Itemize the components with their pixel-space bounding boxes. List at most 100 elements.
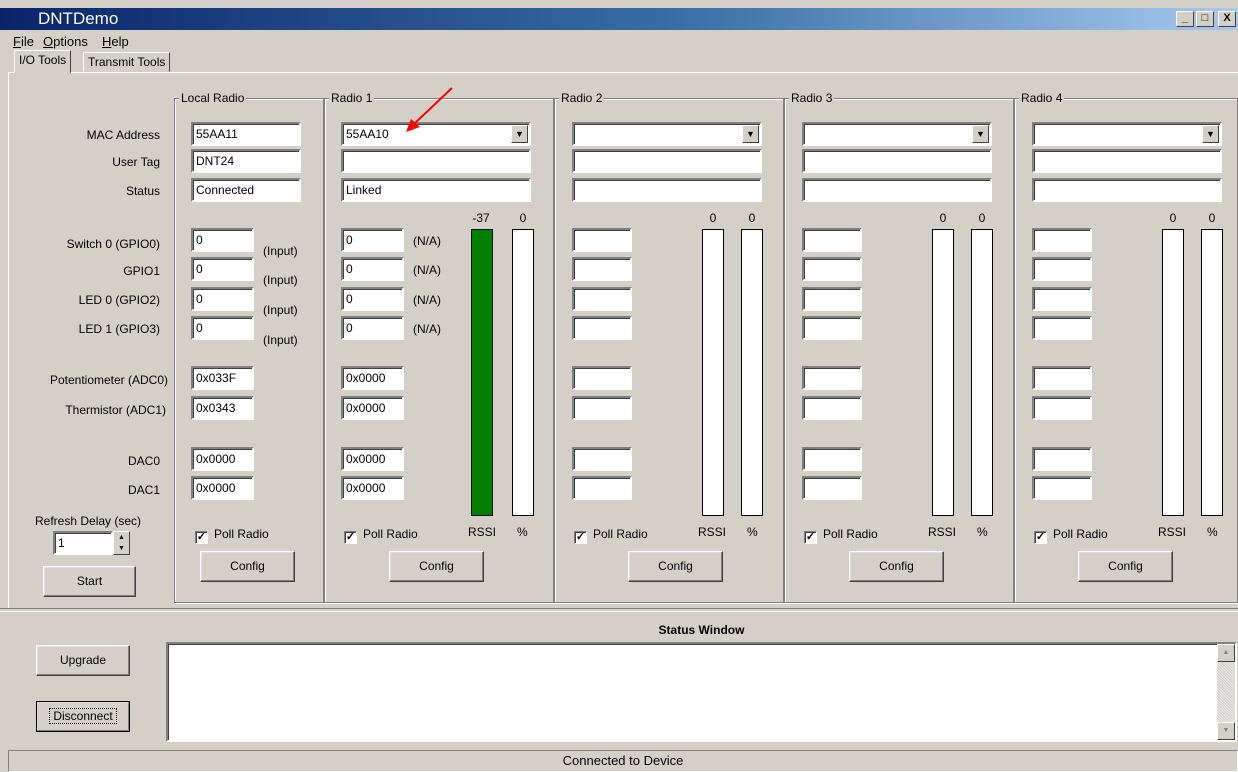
annotation-arrow-icon <box>406 87 453 132</box>
status-window-scrollbar[interactable]: ▲ ▼ <box>1217 644 1235 740</box>
local-adc1-field: 0x0343 <box>191 396 254 420</box>
radio-1-poll-checkbox[interactable]: ✓ Poll Radio <box>344 527 418 544</box>
radio-1-user-tag-field[interactable] <box>341 149 531 173</box>
close-button[interactable]: X <box>1218 11 1236 27</box>
refresh-delay-input[interactable]: 1 <box>53 531 113 555</box>
radio-3-adc1-field <box>802 396 862 420</box>
minimize-button[interactable]: _ <box>1176 11 1194 27</box>
local-gpio1-field[interactable]: 0 <box>191 257 254 281</box>
radio-2-rssi-bar <box>702 229 724 516</box>
radio-4-poll-checkbox[interactable]: ✓ Poll Radio <box>1034 527 1108 544</box>
radio-4-gpio1-field[interactable] <box>1032 257 1092 281</box>
radio-1-gpio1-mode: (N/A) <box>413 263 441 277</box>
radio-2-gpio0-field[interactable] <box>572 228 632 252</box>
radio-4-config-button[interactable]: Config <box>1078 551 1173 582</box>
radio-2-gpio3-field[interactable] <box>572 316 632 340</box>
radio-2-gpio1-field[interactable] <box>572 257 632 281</box>
upgrade-button[interactable]: Upgrade <box>36 645 130 676</box>
radio-3-dac0-field[interactable] <box>802 447 862 471</box>
local-poll-checkbox[interactable]: ✓ Poll Radio <box>195 527 269 544</box>
radio-4-adc0-field <box>1032 366 1092 390</box>
radio-2-mac-combo[interactable]: ▼ <box>572 122 762 146</box>
scroll-down-icon[interactable]: ▼ <box>1217 722 1235 740</box>
chevron-down-icon[interactable]: ▼ <box>511 125 528 143</box>
radio-1-dac1-field[interactable]: 0x0000 <box>341 476 404 500</box>
local-mac-field[interactable]: 55AA11 <box>191 122 301 146</box>
local-user-tag-field[interactable]: DNT24 <box>191 149 301 173</box>
radio-1-percent-value: 0 <box>519 211 527 225</box>
radio-4-mac-combo[interactable]: ▼ <box>1032 122 1222 146</box>
radio-3-title: Radio 3 <box>789 91 835 105</box>
radio-4-dac1-field[interactable] <box>1032 476 1092 500</box>
radio-2-config-button[interactable]: Config <box>628 551 723 582</box>
local-dac0-field[interactable]: 0x0000 <box>191 447 254 471</box>
radio-4-user-tag-field[interactable] <box>1032 149 1222 173</box>
radio-3-poll-checkbox[interactable]: ✓ Poll Radio <box>804 527 878 544</box>
title-bar: DNTDemo <box>0 8 1238 30</box>
spin-up-icon[interactable]: ▲ <box>114 532 129 543</box>
radio-1-rssi-bar <box>471 229 493 516</box>
radio-4-gpio3-field[interactable] <box>1032 316 1092 340</box>
radio-3-dac1-field[interactable] <box>802 476 862 500</box>
chevron-down-icon[interactable]: ▼ <box>972 125 989 143</box>
local-gpio3-mode: (Input) <box>263 333 298 347</box>
radio-3-gpio2-field[interactable] <box>802 287 862 311</box>
radio-2-dac0-field[interactable] <box>572 447 632 471</box>
maximize-button[interactable]: □ <box>1196 11 1214 27</box>
radio-1-gpio2-field[interactable]: 0 <box>341 287 404 311</box>
radio-4-dac0-field[interactable] <box>1032 447 1092 471</box>
refresh-delay-spinner[interactable]: ▲ ▼ <box>113 531 130 555</box>
radio-1-gpio1-field[interactable]: 0 <box>341 257 404 281</box>
local-gpio0-field[interactable]: 0 <box>191 228 254 252</box>
radio-1-gpio2-mode: (N/A) <box>413 293 441 307</box>
radio-1-dac0-field[interactable]: 0x0000 <box>341 447 404 471</box>
radio-4-adc1-field <box>1032 396 1092 420</box>
radio-1-status-field: Linked <box>341 178 531 202</box>
local-poll-label: Poll Radio <box>214 527 269 541</box>
radio-2-poll-label: Poll Radio <box>593 527 648 541</box>
local-gpio2-field[interactable]: 0 <box>191 287 254 311</box>
radio-2-gpio2-field[interactable] <box>572 287 632 311</box>
disconnect-label: Disconnect <box>49 708 117 724</box>
local-gpio3-field[interactable]: 0 <box>191 316 254 340</box>
radio-1-poll-label: Poll Radio <box>363 527 418 541</box>
radio-3-mac-combo[interactable]: ▼ <box>802 122 992 146</box>
disconnect-button[interactable]: Disconnect <box>36 701 130 732</box>
local-dac1-field[interactable]: 0x0000 <box>191 476 254 500</box>
tab-io-tools[interactable]: I/O Tools <box>14 50 72 73</box>
start-button[interactable]: Start <box>43 566 136 597</box>
menu-file[interactable]: File <box>13 34 34 49</box>
chevron-down-icon[interactable]: ▼ <box>1202 125 1219 143</box>
radio-1-rssi-fill <box>472 230 492 515</box>
radio-4-gpio2-field[interactable] <box>1032 287 1092 311</box>
radio-1-rssi-value: -37 <box>472 211 490 225</box>
status-bar-text: Connected to Device <box>562 753 684 768</box>
radio-3-gpio0-field[interactable] <box>802 228 862 252</box>
radio-2-adc1-field <box>572 396 632 420</box>
menu-options[interactable]: Options <box>43 34 88 49</box>
radio-4-gpio0-field[interactable] <box>1032 228 1092 252</box>
spin-down-icon[interactable]: ▼ <box>114 543 129 554</box>
tab-transmit-tools[interactable]: Transmit Tools <box>83 52 171 72</box>
menu-bar: File Options Help <box>0 31 1238 51</box>
label-refresh-delay: Refresh Delay (sec) <box>35 514 142 528</box>
radio-1-gpio0-field[interactable]: 0 <box>341 228 404 252</box>
chevron-down-icon[interactable]: ▼ <box>742 125 759 143</box>
radio-1-config-button[interactable]: Config <box>389 551 484 582</box>
status-window[interactable]: ▲ ▼ <box>166 642 1237 742</box>
radio-2-dac1-field[interactable] <box>572 476 632 500</box>
scroll-up-icon[interactable]: ▲ <box>1217 644 1235 662</box>
radio-2-adc0-field <box>572 366 632 390</box>
menu-help[interactable]: Help <box>102 34 129 49</box>
radio-3-rssi-label: RSSI <box>928 525 957 539</box>
radio-4-status-field <box>1032 178 1222 202</box>
radio-2-poll-checkbox[interactable]: ✓ Poll Radio <box>574 527 648 544</box>
local-config-button[interactable]: Config <box>200 551 295 582</box>
radio-1-gpio3-field[interactable]: 0 <box>341 316 404 340</box>
radio-3-poll-label: Poll Radio <box>823 527 878 541</box>
radio-3-config-button[interactable]: Config <box>849 551 944 582</box>
radio-3-gpio1-field[interactable] <box>802 257 862 281</box>
radio-3-gpio3-field[interactable] <box>802 316 862 340</box>
radio-2-user-tag-field[interactable] <box>572 149 762 173</box>
radio-3-user-tag-field[interactable] <box>802 149 992 173</box>
